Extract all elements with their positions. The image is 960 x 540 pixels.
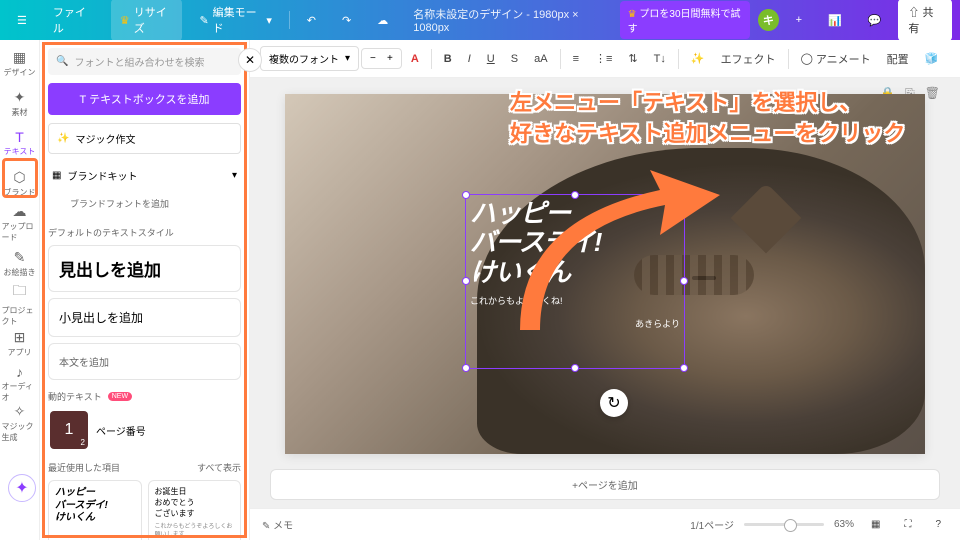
close-panel-button[interactable]: ✕ xyxy=(238,48,262,72)
add-page-button[interactable]: +ページを追加 xyxy=(270,469,940,500)
new-badge: NEW xyxy=(108,392,132,401)
search-input[interactable]: 🔍 フォントと組み合わせを検索 xyxy=(48,48,241,75)
effects-button[interactable]: エフェクト xyxy=(714,46,783,72)
ai-assistant-button[interactable]: ✦ xyxy=(8,474,36,502)
underline-button[interactable]: U xyxy=(480,48,502,70)
analytics-icon[interactable]: 📊 xyxy=(819,9,851,32)
file-menu[interactable]: ファイル xyxy=(44,0,103,41)
list-button[interactable]: ⋮≡ xyxy=(588,47,619,70)
undo-button[interactable]: ↶ xyxy=(298,9,325,32)
dynamic-text-label: 動的テキスト xyxy=(48,390,102,403)
zoom-slider[interactable] xyxy=(744,523,824,526)
align-button[interactable]: ≡ xyxy=(566,48,586,70)
comment-icon[interactable]: 💬 xyxy=(859,9,891,32)
case-button[interactable]: aA xyxy=(527,48,554,70)
page-number-item[interactable]: 1 ページ番号 xyxy=(48,409,241,451)
strike-button[interactable]: S xyxy=(504,48,525,70)
magic-write-button[interactable]: ✨ マジック作文 xyxy=(48,123,241,154)
page-indicator[interactable]: 1/1ページ xyxy=(690,517,734,532)
bold-button[interactable]: B xyxy=(437,48,459,70)
add-body-button[interactable]: 本文を追加 xyxy=(48,343,241,380)
spacing-button[interactable]: ⇅ xyxy=(621,47,644,70)
annotation-text: 左メニュー「テキスト」を選択し、 好きなテキスト追加メニューをクリック xyxy=(510,88,930,150)
annotation-arrow xyxy=(510,160,730,340)
animate-button[interactable]: ◯ アニメート xyxy=(794,46,878,72)
rail-brand[interactable]: ⬡ブランド xyxy=(2,164,38,202)
document-title[interactable]: 名称未設定のデザイン - 1980px × 1080px xyxy=(413,6,603,34)
italic-button[interactable]: I xyxy=(461,48,478,70)
position-button[interactable]: 配置 xyxy=(880,46,916,72)
add-brand-font[interactable]: ブランドフォントを追加 xyxy=(48,193,241,218)
resize-handle[interactable] xyxy=(680,364,688,372)
resize-handle[interactable] xyxy=(571,364,579,372)
zoom-value[interactable]: 63% xyxy=(834,519,854,530)
menu-icon[interactable]: ☰ xyxy=(8,9,36,32)
text-color-button[interactable]: A xyxy=(404,48,426,70)
rail-magic[interactable]: ✧マジック生成 xyxy=(2,404,38,442)
rail-projects[interactable]: 🗀プロジェクト xyxy=(2,284,38,322)
rail-upload[interactable]: ☁アップロード xyxy=(2,204,38,242)
edit-mode-button[interactable]: ✎ 編集モード ▾ xyxy=(190,0,280,41)
rail-audio[interactable]: ♪オーディオ xyxy=(2,364,38,402)
floating-action-button[interactable]: ↻ xyxy=(600,389,628,417)
grid-view-icon[interactable]: ▦ xyxy=(864,514,887,535)
recent-template-2[interactable]: お誕生日 おめでとう ございますこれからもどうぞよろしくお願いします xyxy=(148,480,242,540)
help-icon[interactable]: ? xyxy=(928,514,948,535)
add-button[interactable]: + xyxy=(787,9,811,31)
memo-button[interactable]: ✎ メモ xyxy=(262,517,293,532)
add-heading-button[interactable]: 見出しを追加 xyxy=(48,245,241,292)
transparency-button[interactable]: 🧊 xyxy=(918,47,946,70)
page-number-thumb: 1 xyxy=(50,411,88,449)
ai-button[interactable]: ✨ xyxy=(684,47,712,70)
brand-kit-row[interactable]: ▦ ブランドキット▾ xyxy=(48,162,241,189)
fullscreen-icon[interactable]: ⛶ xyxy=(897,514,918,535)
font-selector[interactable]: 複数のフォント ▾ xyxy=(260,46,359,71)
rail-text[interactable]: Tテキスト xyxy=(2,124,38,162)
font-size-input[interactable]: − + xyxy=(361,48,402,69)
cloud-sync-icon[interactable]: ☁ xyxy=(368,9,397,32)
share-button[interactable]: ⇧ 共有 xyxy=(898,0,952,41)
resize-handle[interactable] xyxy=(462,277,470,285)
rail-design[interactable]: ▦デザイン xyxy=(2,44,38,82)
rail-apps[interactable]: ⊞アプリ xyxy=(2,324,38,362)
add-subheading-button[interactable]: 小見出しを追加 xyxy=(48,298,241,337)
redo-button[interactable]: ↷ xyxy=(333,9,360,32)
resize-button[interactable]: ♛リサイズ xyxy=(111,0,183,41)
resize-handle[interactable] xyxy=(462,364,470,372)
see-all-link[interactable]: すべて表示 xyxy=(197,461,241,474)
try-pro-button[interactable]: ♛ プロを30日間無料で試す xyxy=(620,1,750,39)
default-styles-label: デフォルトのテキストスタイル xyxy=(48,226,241,239)
vertical-text-button[interactable]: T↓ xyxy=(647,48,673,70)
recent-label: 最近使用した項目 xyxy=(48,461,120,474)
add-textbox-button[interactable]: T テキストボックスを追加 xyxy=(48,83,241,115)
avatar[interactable]: キ xyxy=(758,9,778,31)
rail-draw[interactable]: ✎お絵描き xyxy=(2,244,38,282)
resize-handle[interactable] xyxy=(462,191,470,199)
rail-elements[interactable]: ✦素材 xyxy=(2,84,38,122)
recent-template-1[interactable]: ハッピー バースデイ! けいくん xyxy=(48,480,142,540)
